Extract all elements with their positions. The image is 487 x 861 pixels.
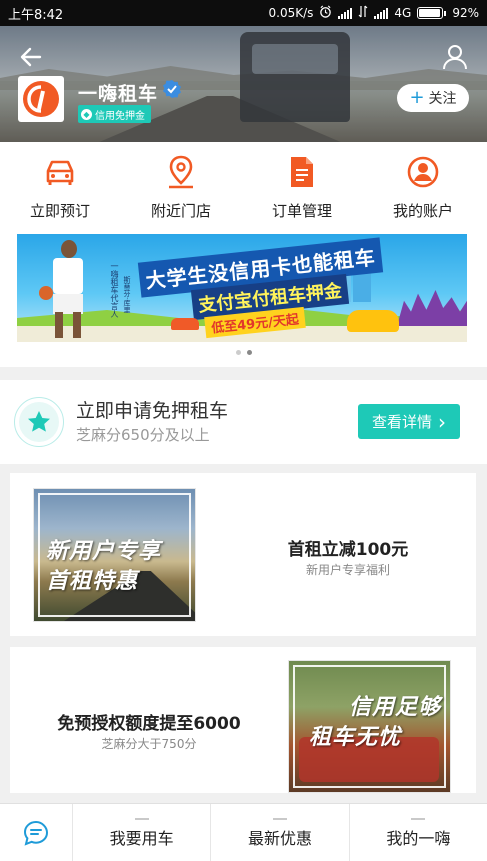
offer-card-credit[interactable]: 免预授权额度提至6000 芝麻分大于750分 信用足够 租车无忧	[10, 647, 476, 793]
chat-bubble-icon[interactable]	[0, 804, 73, 861]
alarm-icon	[319, 5, 332, 21]
leaf-icon: ◆	[81, 108, 92, 120]
menu-indicator-icon	[411, 818, 426, 820]
brand-name: 一嗨租车	[78, 83, 159, 105]
pagination-dot[interactable]	[235, 350, 241, 355]
tab-latest-offers[interactable]: 最新优惠	[211, 804, 350, 861]
image-caption: 新用户专享	[46, 539, 162, 564]
tab-label: 最新优惠	[247, 828, 312, 848]
bottom-navigation: 我要用车 最新优惠 我的一嗨	[0, 803, 487, 861]
action-order-management[interactable]: 订单管理	[252, 154, 352, 221]
tab-label: 我的一嗨	[386, 828, 451, 848]
promo-title: 立即申请免押租车	[76, 400, 229, 422]
promo-banner[interactable]: 一嗨租车代言人 斯蒂芬·库里 大学生没信用卡也能租车 支付宝付租车押金 低至49…	[17, 234, 467, 342]
verified-badge-icon	[162, 79, 182, 99]
signal-icon	[338, 7, 353, 19]
document-icon	[284, 154, 320, 190]
chevron-right-icon: ›	[438, 409, 446, 434]
offer-card-new-user[interactable]: 新用户专享 首租特惠 首租立减100元 新用户专享福利	[10, 473, 476, 636]
menu-indicator-icon	[272, 818, 287, 820]
status-bar: 上午8:42 0.05K/s 4G 92%	[0, 0, 487, 26]
car-icon	[42, 154, 78, 190]
menu-indicator-icon	[134, 818, 149, 820]
action-book-now[interactable]: 立即预订	[10, 154, 110, 221]
action-label: 附近门店	[150, 202, 211, 220]
plus-icon: +	[409, 87, 425, 108]
tab-use-car[interactable]: 我要用车	[73, 804, 212, 861]
banner-pagination	[0, 350, 487, 355]
offer-subtitle: 新用户专享福利	[305, 563, 390, 577]
basketball-icon	[39, 286, 53, 300]
badge-label: 信用免押金	[95, 110, 145, 122]
view-details-label: 查看详情	[371, 413, 432, 431]
tab-label: 我要用车	[109, 828, 174, 848]
action-label: 我的账户	[392, 202, 453, 220]
sync-icon	[358, 5, 368, 21]
image-caption: 信用足够	[349, 695, 442, 720]
credit-deposit-free-badge: ◆ 信用免押金	[78, 105, 151, 123]
location-pin-icon	[163, 154, 199, 190]
follow-label: 关注	[428, 91, 457, 107]
deposit-free-promo: 立即申请免押租车 芝麻分650分及以上 查看详情 ›	[0, 380, 487, 464]
pagination-dot-active[interactable]	[246, 350, 252, 355]
account-icon	[405, 154, 441, 190]
banner-car-icon	[171, 318, 199, 330]
network-speed: 0.05K/s	[268, 6, 314, 20]
action-label: 订单管理	[271, 202, 332, 220]
view-details-button[interactable]: 查看详情 ›	[358, 404, 460, 439]
status-time: 上午8:42	[8, 7, 64, 23]
offer-title: 首租立减100元	[287, 540, 409, 560]
signal-icon-2	[374, 7, 389, 19]
battery-icon	[417, 7, 447, 19]
star-badge-icon	[14, 397, 64, 447]
user-profile-icon[interactable]	[441, 43, 469, 71]
store-header: 一嗨租车 ◆ 信用免押金 + 关注	[0, 26, 487, 142]
banner-side-text-2: 斯蒂芬·库里	[123, 276, 131, 314]
banner-car-icon-2	[347, 310, 399, 332]
offer-subtitle: 芝麻分大于750分	[101, 737, 197, 751]
offer-image: 新用户专享 首租特惠	[33, 488, 196, 622]
tab-my-ehi[interactable]: 我的一嗨	[350, 804, 487, 861]
follow-button[interactable]: + 关注	[397, 84, 469, 112]
quick-actions-section: 立即预订 附近门店 订单管理 我的账户 一嗨租车代言人 斯蒂芬·库里 大学生没信…	[0, 142, 487, 367]
battery-percent: 92%	[452, 6, 479, 20]
brand-logo	[18, 76, 64, 122]
image-caption: 租车无忧	[309, 725, 402, 750]
network-type: 4G	[394, 6, 412, 20]
offer-image: 信用足够 租车无忧	[288, 660, 451, 793]
offer-title: 免预授权额度提至6000	[57, 714, 241, 734]
promo-subtitle: 芝麻分650分及以上	[76, 426, 210, 444]
back-arrow-icon[interactable]	[18, 44, 44, 70]
action-nearby-stores[interactable]: 附近门店	[131, 154, 231, 221]
action-my-account[interactable]: 我的账户	[373, 154, 473, 221]
image-caption: 首租特惠	[46, 569, 139, 594]
action-label: 立即预订	[29, 202, 90, 220]
